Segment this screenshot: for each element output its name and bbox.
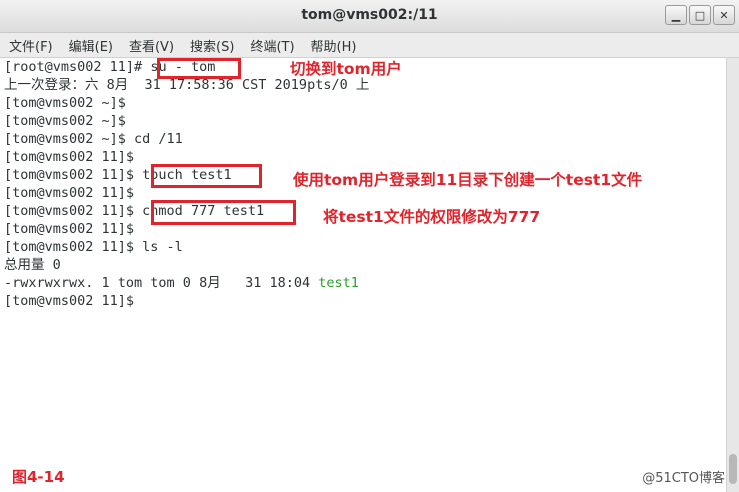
scrollbar-thumb[interactable] — [729, 454, 737, 484]
prompt: [tom@vms002 11]$ — [4, 149, 143, 165]
menu-search[interactable]: 搜索(S) — [182, 36, 242, 55]
annotation-box-chmod — [151, 200, 296, 225]
menu-bar: 文件(F) 编辑(E) 查看(V) 搜索(S) 终端(T) 帮助(H) — [0, 33, 739, 58]
watermark: @51CTO博客 — [642, 471, 725, 486]
output-text: 总用量 0 — [4, 257, 61, 273]
terminal-line: [tom@vms002 11]$ — [4, 148, 142, 166]
annotation-chmod: 将test1文件的权限修改为777 — [323, 208, 541, 226]
close-icon: ✕ — [719, 8, 729, 22]
terminal-line: [tom@vms002 ~]$ cd /11 — [4, 130, 183, 148]
terminal-output[interactable]: [root@vms002 11]# su - tom 上一次登录：六 8月 31… — [0, 58, 726, 492]
terminal-line: 总用量 0 — [4, 256, 61, 274]
command: cd /11 — [134, 131, 183, 147]
prompt: [root@vms002 11]# — [4, 59, 151, 75]
annotation-touch: 使用tom用户登录到11目录下创建一个test1文件 — [293, 171, 643, 189]
close-button[interactable]: ✕ — [713, 5, 735, 25]
prompt: [tom@vms002 11]$ — [4, 185, 143, 201]
window-controls: ▁ □ ✕ — [665, 5, 735, 25]
maximize-icon: □ — [694, 8, 706, 22]
menu-terminal[interactable]: 终端(T) — [242, 36, 302, 55]
menu-view[interactable]: 查看(V) — [121, 36, 182, 55]
terminal-line: [tom@vms002 11]$ — [4, 184, 142, 202]
prompt: [tom@vms002 ~]$ — [4, 113, 135, 129]
window-title: tom@vms002:/11 — [301, 7, 438, 23]
prompt: [tom@vms002 11]$ — [4, 167, 143, 183]
menu-help[interactable]: 帮助(H) — [303, 36, 365, 55]
terminal-line: [tom@vms002 11]$ — [4, 292, 142, 310]
file-name-highlight: test1 — [318, 275, 359, 291]
terminal-line: [tom@vms002 ~]$ — [4, 94, 134, 112]
terminal-line: [tom@vms002 11]$ ls -l — [4, 238, 183, 256]
vertical-scrollbar[interactable] — [726, 58, 739, 492]
terminal-line: [tom@vms002 11]$ — [4, 220, 142, 238]
prompt: [tom@vms002 11]$ — [4, 293, 143, 309]
prompt: [tom@vms002 ~]$ — [4, 95, 135, 111]
figure-label: 图4-14 — [12, 468, 65, 486]
minimize-icon: ▁ — [671, 8, 681, 22]
prompt: [tom@vms002 11]$ — [4, 203, 143, 219]
maximize-button[interactable]: □ — [689, 5, 711, 25]
prompt: [tom@vms002 11]$ — [4, 239, 143, 255]
annotation-box-su — [157, 58, 241, 79]
window-titlebar[interactable]: tom@vms002:/11 ▁ □ ✕ — [0, 0, 739, 33]
prompt: [tom@vms002 ~]$ — [4, 131, 135, 147]
terminal-line: [tom@vms002 ~]$ — [4, 112, 134, 130]
prompt: [tom@vms002 11]$ — [4, 221, 143, 237]
output-text: 上一次登录：六 8月 31 17:58:36 CST 2019pts/0 上 — [4, 77, 370, 93]
command: ls -l — [142, 239, 183, 255]
terminal-line: -rwxrwxrwx. 1 tom tom 0 8月 31 18:04 test… — [4, 274, 359, 292]
output-text: -rwxrwxrwx. 1 tom tom 0 8月 31 18:04 — [4, 275, 319, 291]
menu-file[interactable]: 文件(F) — [0, 36, 61, 55]
annotation-box-touch — [151, 164, 262, 188]
annotation-su: 切换到tom用户 — [290, 60, 402, 78]
minimize-button[interactable]: ▁ — [665, 5, 687, 25]
menu-edit[interactable]: 编辑(E) — [61, 36, 121, 55]
